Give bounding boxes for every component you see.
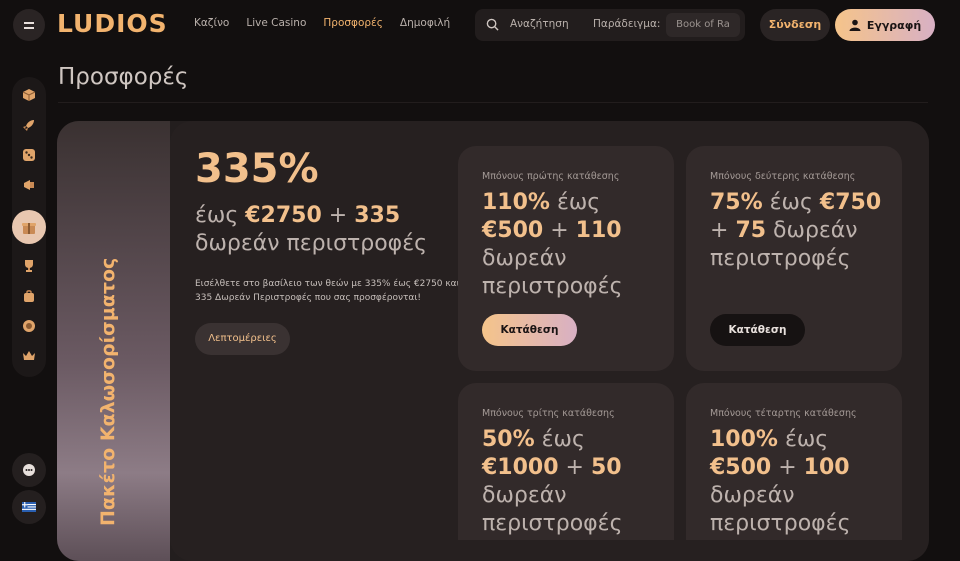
card-offer: 75% έως €750 + 75 δωρεάν περιστροφές [710, 190, 882, 271]
main-nav: Καζίνο Live Casino Προσφορές Δημοφιλή [194, 17, 467, 29]
welcome-package-label: Πακέτο Καλωσορίσματος [97, 257, 119, 526]
hamburger-icon [24, 20, 34, 30]
page-title: Προσφορές [58, 64, 189, 90]
deposit-button[interactable]: Κατάθεση [482, 314, 577, 346]
card-offer: 110% έως €500 + 110 δωρεάν περιστροφές [482, 190, 623, 299]
rocket-icon[interactable] [20, 116, 38, 134]
gift-icon-active[interactable] [12, 210, 46, 244]
nav-casino[interactable]: Καζίνο [194, 17, 229, 29]
bag-icon[interactable] [20, 287, 38, 305]
search-example-label: Παράδειγμα: [593, 18, 661, 30]
menu-button[interactable] [13, 9, 45, 41]
user-icon [849, 19, 861, 31]
card-second-deposit: Μπόνους δεύτερης κατάθεσης 75% έως €750 … [686, 146, 902, 371]
gift-icon [22, 223, 36, 234]
card-third-deposit: Μπόνους τρίτης κατάθεσης 50% έως €1000 +… [458, 383, 674, 540]
card-first-deposit: Μπόνους πρώτης κατάθεσης 110% έως €500 +… [458, 146, 674, 371]
title-divider [58, 102, 928, 103]
search-example-chip[interactable]: Book of Ra [666, 13, 740, 37]
chat-icon [23, 464, 35, 476]
trophy-icon[interactable] [20, 257, 38, 275]
welcome-package-side: Πακέτο Καλωσορίσματος [57, 121, 170, 561]
details-button[interactable]: Λεπτομέρειες [195, 323, 290, 355]
hero-description: Εισέλθετε στο βασίλειο των θεών με 335% … [195, 279, 460, 303]
dice-icon[interactable] [20, 146, 38, 164]
deposit-button[interactable]: Κατάθεση [710, 314, 805, 346]
search-icon [486, 18, 499, 31]
language-button[interactable] [12, 490, 46, 524]
crown-icon[interactable] [20, 347, 38, 365]
chat-button[interactable] [12, 453, 46, 487]
card-offer: 100% έως €500 + 100 δωρεάν περιστροφές [710, 427, 851, 536]
card-offer: 50% έως €1000 + 50 δωρεάν περιστροφές [482, 427, 623, 536]
search-placeholder: Αναζήτηση [510, 18, 569, 30]
logo[interactable]: LUDIOS [57, 9, 168, 38]
search-bar[interactable]: Αναζήτηση Παράδειγμα: Book of Ra [475, 9, 745, 41]
megaphone-icon[interactable] [20, 176, 38, 194]
card-title: Μπόνους πρώτης κατάθεσης [482, 171, 620, 182]
top-bar: LUDIOS Καζίνο Live Casino Προσφορές Δημο… [0, 0, 960, 50]
login-button[interactable]: Σύνδεση [760, 9, 830, 41]
card-title: Μπόνους δεύτερης κατάθεσης [710, 171, 856, 182]
cube-icon[interactable] [20, 86, 38, 104]
register-button[interactable]: Εγγραφή [835, 9, 935, 41]
card-title: Μπόνους τέταρτης κατάθεσης [710, 408, 857, 419]
hero-headline: έως €2750 + 335 δωρεάν περιστροφές [195, 203, 427, 256]
card-fourth-deposit: Μπόνους τέταρτης κατάθεσης 100% έως €500… [686, 383, 902, 540]
greek-flag-icon [22, 502, 36, 512]
nav-live-casino[interactable]: Live Casino [246, 17, 306, 29]
poker-chip-icon[interactable] [20, 317, 38, 335]
nav-popular[interactable]: Δημοφιλή [400, 17, 450, 29]
card-title: Μπόνους τρίτης κατάθεσης [482, 408, 615, 419]
register-label: Εγγραφή [866, 18, 922, 32]
nav-promotions[interactable]: Προσφορές [323, 17, 383, 29]
hero-percent: 335% [195, 146, 319, 192]
